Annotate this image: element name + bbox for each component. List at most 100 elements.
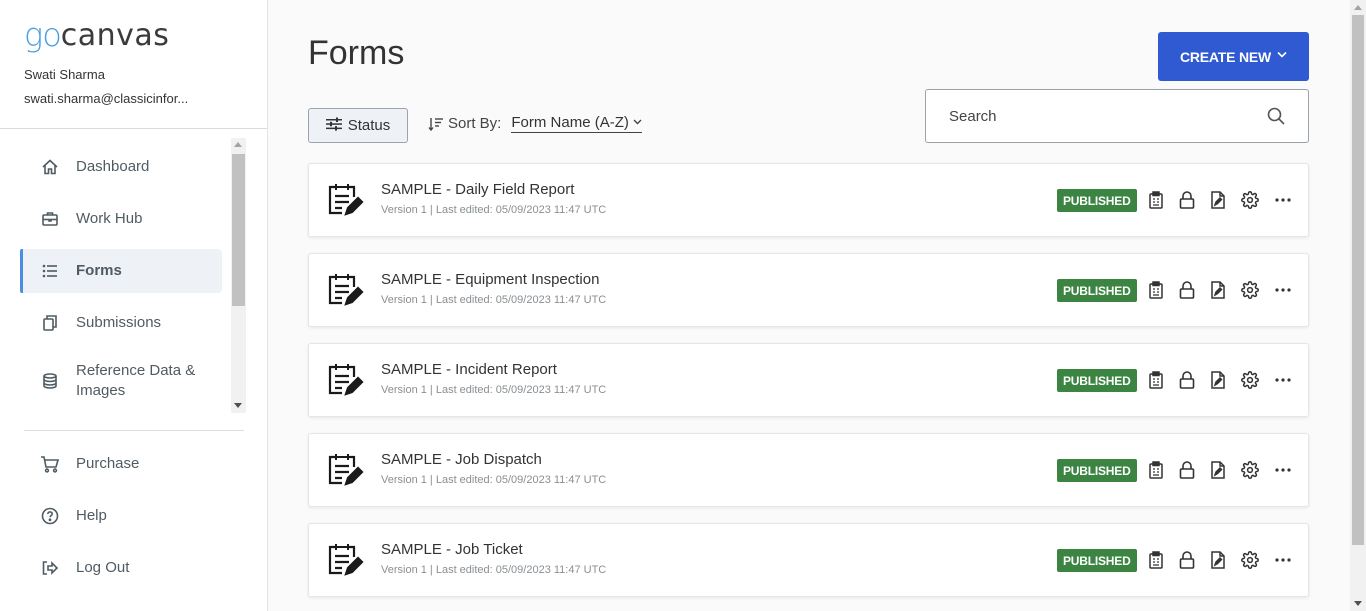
lock-icon[interactable] <box>1177 550 1197 570</box>
page-scrollbar[interactable] <box>1350 0 1366 611</box>
more-icon[interactable] <box>1273 370 1293 390</box>
form-meta: Version 1 | Last edited: 05/09/2023 11:4… <box>381 294 607 306</box>
form-card[interactable]: SAMPLE - Incident Report Version 1 | Las… <box>308 343 1309 417</box>
status-badge: PUBLISHED <box>1057 369 1137 392</box>
lock-icon[interactable] <box>1177 190 1197 210</box>
scroll-down-arrow-icon[interactable] <box>1354 601 1362 606</box>
pdf-edit-icon[interactable] <box>1208 460 1228 480</box>
form-name[interactable]: SAMPLE - Job Ticket <box>381 541 523 558</box>
scroll-up-arrow-icon[interactable] <box>234 142 242 147</box>
create-new-label: CREATE NEW <box>1179 48 1272 65</box>
sidebar-item-work-hub[interactable]: Work Hub <box>20 197 222 241</box>
form-card[interactable]: SAMPLE - Job Ticket Version 1 | Last edi… <box>308 523 1309 597</box>
clipboard-icon[interactable] <box>1146 460 1166 480</box>
main-nav: Dashboard Work Hub Forms Submissions Ref… <box>20 138 248 413</box>
gear-icon[interactable] <box>1240 550 1260 570</box>
status-badge: PUBLISHED <box>1057 549 1137 572</box>
pdf-edit-icon[interactable] <box>1208 550 1228 570</box>
form-edit-icon <box>326 451 364 489</box>
sidebar-item-reference-data[interactable]: Reference Data & Images <box>20 353 222 409</box>
lock-icon[interactable] <box>1177 460 1197 480</box>
clipboard-icon[interactable] <box>1146 370 1166 390</box>
pdf-edit-icon[interactable] <box>1208 190 1228 210</box>
sidebar-item-purchase[interactable]: Purchase <box>20 442 222 486</box>
sidebar: go canvas Swati Sharma swati.sharma@class… <box>0 0 268 611</box>
gear-icon[interactable] <box>1240 190 1260 210</box>
form-edit-icon <box>326 271 364 309</box>
form-card[interactable]: SAMPLE - Equipment Inspection Version 1 … <box>308 253 1309 327</box>
form-meta: Version 1 | Last edited: 05/09/2023 11:4… <box>381 564 607 576</box>
pdf-edit-icon[interactable] <box>1208 370 1228 390</box>
divider <box>0 128 267 129</box>
sort-label: Sort By: <box>448 115 502 132</box>
form-edit-icon <box>326 541 364 579</box>
clipboard-icon[interactable] <box>1146 280 1166 300</box>
sliders-icon <box>325 117 342 135</box>
help-circle-icon <box>40 506 60 526</box>
gear-icon[interactable] <box>1240 280 1260 300</box>
sidebar-item-label: Forms <box>76 262 122 279</box>
sidebar-item-label: Log Out <box>76 559 130 576</box>
sidebar-item-label: Reference Data & Images <box>76 362 196 399</box>
sidebar-item-label: Help <box>76 507 107 524</box>
form-name[interactable]: SAMPLE - Incident Report <box>381 361 557 378</box>
sort-icon <box>428 116 444 132</box>
scrollbar-thumb[interactable] <box>1352 15 1364 545</box>
form-meta: Version 1 | Last edited: 05/09/2023 11:4… <box>381 204 607 216</box>
search-box <box>925 89 1309 143</box>
form-name[interactable]: SAMPLE - Equipment Inspection <box>381 271 599 288</box>
copy-icon <box>40 313 60 333</box>
clipboard-icon[interactable] <box>1146 550 1166 570</box>
form-meta: Version 1 | Last edited: 05/09/2023 11:4… <box>381 384 607 396</box>
more-icon[interactable] <box>1273 190 1293 210</box>
lock-icon[interactable] <box>1177 280 1197 300</box>
form-edit-icon <box>326 361 364 399</box>
user-email: swati.sharma@classicinfor... <box>24 91 189 106</box>
more-icon[interactable] <box>1273 280 1293 300</box>
chevron-down-icon <box>633 117 642 128</box>
sort-value: Form Name (A-Z) <box>511 114 629 131</box>
scroll-up-arrow-icon[interactable] <box>1354 5 1362 10</box>
gear-icon[interactable] <box>1240 460 1260 480</box>
create-new-button[interactable]: CREATE NEW <box>1158 32 1309 81</box>
database-icon <box>40 371 60 391</box>
divider <box>24 430 244 431</box>
more-icon[interactable] <box>1273 460 1293 480</box>
more-icon[interactable] <box>1273 550 1293 570</box>
gocanvas-logo[interactable]: go canvas <box>24 16 169 54</box>
form-name[interactable]: SAMPLE - Job Dispatch <box>381 451 542 468</box>
status-filter-button[interactable]: Status <box>308 108 408 143</box>
form-meta: Version 1 | Last edited: 05/09/2023 11:4… <box>381 474 607 486</box>
search-input[interactable] <box>949 107 1249 125</box>
app: go canvas Swati Sharma swati.sharma@class… <box>0 0 1366 611</box>
search-icon[interactable] <box>1266 106 1286 126</box>
status-badge: PUBLISHED <box>1057 189 1137 212</box>
sidebar-item-label: Purchase <box>76 455 140 472</box>
form-name[interactable]: SAMPLE - Daily Field Report <box>381 181 574 198</box>
scrollbar-thumb[interactable] <box>232 154 245 306</box>
form-card[interactable]: SAMPLE - Daily Field Report Version 1 | … <box>308 163 1309 237</box>
sidebar-item-log-out[interactable]: Log Out <box>20 546 222 590</box>
form-edit-icon <box>326 181 364 219</box>
form-card[interactable]: SAMPLE - Job Dispatch Version 1 | Last e… <box>308 433 1309 507</box>
sidebar-item-help[interactable]: Help <box>20 494 222 538</box>
scroll-down-arrow-icon[interactable] <box>234 403 242 408</box>
clipboard-icon[interactable] <box>1146 190 1166 210</box>
home-icon <box>40 157 60 177</box>
sidebar-item-forms[interactable]: Forms <box>20 249 222 293</box>
gear-icon[interactable] <box>1240 370 1260 390</box>
status-badge: PUBLISHED <box>1057 279 1137 302</box>
status-badge: PUBLISHED <box>1057 459 1137 482</box>
lock-icon[interactable] <box>1177 370 1197 390</box>
chevron-down-icon <box>1277 50 1287 61</box>
status-filter-label: Status <box>347 117 391 134</box>
sort-control: Sort By: Form Name (A-Z) <box>428 114 642 133</box>
sidebar-item-label: Work Hub <box>76 210 143 227</box>
sidebar-item-submissions[interactable]: Submissions <box>20 301 222 345</box>
logout-icon <box>40 558 60 578</box>
page-title: Forms <box>308 34 405 72</box>
sort-dropdown[interactable]: Form Name (A-Z) <box>511 114 642 133</box>
sidebar-scrollbar[interactable] <box>231 138 246 413</box>
sidebar-item-dashboard[interactable]: Dashboard <box>20 145 222 189</box>
pdf-edit-icon[interactable] <box>1208 280 1228 300</box>
